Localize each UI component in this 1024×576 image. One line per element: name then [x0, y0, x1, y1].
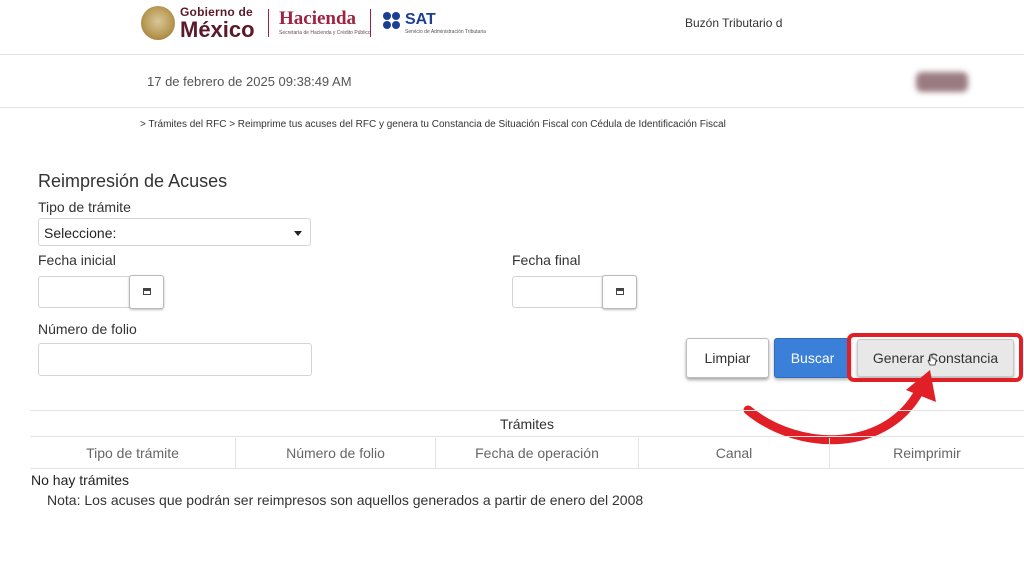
numero-folio-label: Número de folio [38, 321, 137, 337]
chevron-down-icon [294, 231, 302, 236]
logo-divider [370, 9, 371, 37]
column-header-reimprimir[interactable]: Reimprimir [830, 438, 1024, 469]
tipo-tramite-value: Seleccione: [44, 225, 117, 241]
top-header: Gobierno de México Hacienda Secretaría d… [0, 0, 1024, 55]
mexico-emblem-icon [141, 6, 175, 40]
buzon-tributario-link[interactable]: Buzón Tributario d [685, 16, 782, 30]
hacienda-title: Hacienda [279, 8, 357, 29]
empty-table-message: No hay trámites [31, 472, 130, 488]
tipo-tramite-select[interactable]: Seleccione: [38, 218, 311, 246]
current-datetime: 17 de febrero de 2025 09:38:49 AM [147, 74, 352, 89]
tramites-table-title: Trámites [30, 410, 1024, 437]
hacienda-logo[interactable]: Hacienda Secretaría de Hacienda y Crédit… [279, 9, 371, 36]
user-info-redacted [916, 72, 968, 92]
sat-logo[interactable]: SAT Servicio de Administración Tributari… [405, 12, 486, 35]
fecha-inicial-input[interactable] [38, 276, 130, 308]
fecha-inicial-calendar-button[interactable] [129, 275, 164, 309]
hacienda-subtitle: Secretaría de Hacienda y Crédito Público [279, 30, 371, 36]
calendar-icon [143, 288, 151, 295]
footnote: Nota: Los acuses que podrán ser reimpres… [47, 492, 644, 508]
hand-cursor-icon [927, 354, 937, 366]
tipo-tramite-label: Tipo de trámite [38, 199, 131, 215]
sat-subtitle: Servicio de Administración Tributaria [405, 29, 486, 35]
fecha-final-calendar-button[interactable] [602, 275, 637, 309]
column-header-fecha[interactable]: Fecha de operación [436, 438, 639, 469]
breadcrumb[interactable]: > Trámites del RFC > Reimprime tus acuse… [140, 119, 726, 130]
numero-folio-input[interactable] [38, 343, 312, 376]
fecha-inicial-label: Fecha inicial [38, 252, 116, 268]
column-header-folio[interactable]: Número de folio [236, 438, 436, 469]
calendar-icon [616, 288, 624, 295]
fecha-final-input[interactable] [512, 276, 603, 308]
column-header-tipo[interactable]: Tipo de trámite [30, 438, 236, 469]
gobierno-de-mexico-logo[interactable]: Gobierno de México [180, 6, 255, 41]
sat-title: SAT [405, 11, 436, 28]
gobierno-line2: México [180, 17, 255, 42]
fecha-final-label: Fecha final [512, 252, 581, 268]
column-header-canal[interactable]: Canal [639, 438, 830, 469]
logo-divider [268, 9, 269, 37]
sat-mark-icon [383, 12, 401, 30]
page-title: Reimpresión de Acuses [38, 171, 228, 191]
